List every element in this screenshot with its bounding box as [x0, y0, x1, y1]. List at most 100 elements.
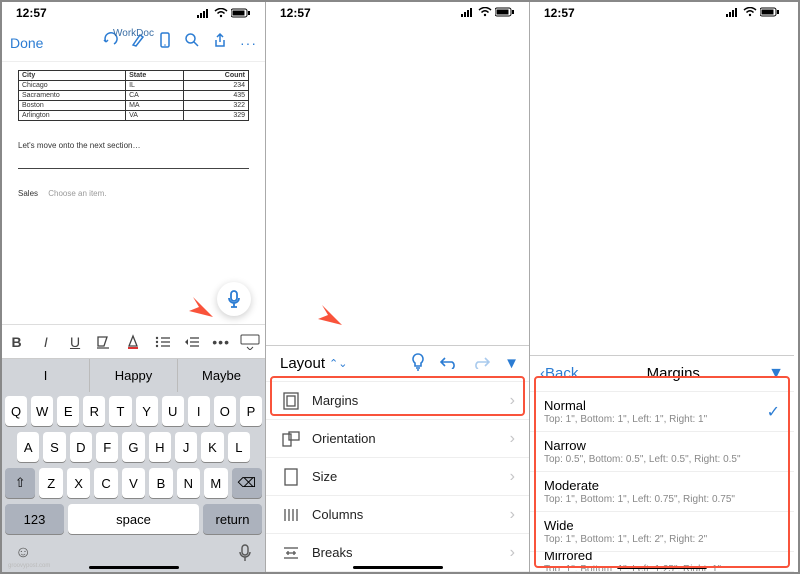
indent-button[interactable] [181, 335, 203, 349]
status-icons [197, 8, 251, 18]
annotation-arrow [286, 285, 344, 334]
onscreen-keyboard: QWERTYUIOP ASDFGHJKL ⇧ ZXCVBNM ⌫ 123 spa… [2, 392, 265, 572]
status-time: 12:57 [280, 6, 311, 20]
key-r[interactable]: R [83, 396, 105, 426]
home-indicator[interactable] [353, 566, 443, 569]
format-toolbar: B I U ••• [2, 324, 265, 358]
key-w[interactable]: W [31, 396, 53, 426]
columns-icon [280, 507, 302, 523]
font-color-button[interactable] [122, 334, 144, 350]
italic-button[interactable]: I [35, 334, 57, 350]
prediction-1[interactable]: I [2, 359, 90, 392]
status-bar: 12:57 [2, 2, 265, 24]
annotation-highlight [270, 376, 525, 416]
key-h[interactable]: H [149, 432, 171, 462]
key-o[interactable]: O [214, 396, 236, 426]
bold-button[interactable]: B [6, 334, 28, 350]
status-icons [726, 6, 780, 20]
lightbulb-icon[interactable] [410, 353, 426, 375]
sales-row: Sales Choose an item. [18, 189, 249, 198]
status-time: 12:57 [16, 6, 47, 20]
key-a[interactable]: A [17, 432, 39, 462]
underline-button[interactable]: U [64, 334, 86, 350]
document-title: WorkDoc [2, 28, 265, 39]
numbers-key[interactable]: 123 [5, 504, 64, 534]
wifi-icon [214, 8, 228, 18]
data-table: CityStateCount ChicagoIL234 SacramentoCA… [18, 70, 249, 121]
backspace-key[interactable]: ⌫ [232, 468, 262, 498]
key-n[interactable]: N [177, 468, 200, 498]
phone-screen-2: 12:57 CityStateCount ChicagoIL234 Sacram… [266, 2, 530, 572]
signal-icon [726, 6, 740, 20]
menu-label: Orientation [312, 431, 376, 446]
key-t[interactable]: T [109, 396, 131, 426]
wifi-icon [478, 6, 492, 20]
phone-screen-3: 12:57 CityStateCount ChicagoIL234 Sacram… [530, 2, 794, 572]
panel-switch-icon[interactable]: ⌃⌄ [329, 357, 347, 370]
phone-screen-1: 12:57 WorkDoc Done ··· CityState [2, 2, 266, 572]
battery-icon [760, 6, 780, 20]
dictation-button[interactable] [217, 282, 251, 316]
size-icon [280, 468, 302, 486]
key-y[interactable]: Y [136, 396, 158, 426]
prediction-2[interactable]: Happy [90, 359, 178, 392]
key-m[interactable]: M [204, 468, 227, 498]
key-v[interactable]: V [122, 468, 145, 498]
menu-label: Columns [312, 507, 363, 522]
document-area[interactable]: CityStateCount ChicagoIL234 SacramentoCA… [530, 24, 794, 44]
menu-item-columns[interactable]: Columns› [266, 496, 529, 534]
dictate-key[interactable] [238, 544, 252, 567]
signal-icon [461, 6, 475, 20]
app-header: WorkDoc Done ··· [2, 24, 265, 62]
panel-title[interactable]: Layout [280, 355, 325, 372]
status-icons [461, 6, 515, 20]
key-p[interactable]: P [240, 396, 262, 426]
prediction-3[interactable]: Maybe [178, 359, 265, 392]
key-k[interactable]: K [201, 432, 223, 462]
key-g[interactable]: G [122, 432, 144, 462]
key-x[interactable]: X [67, 468, 90, 498]
home-indicator[interactable] [89, 566, 179, 569]
credit: groovypost.com [8, 563, 50, 569]
paragraph-text: Let's move onto the next section… [18, 141, 249, 150]
status-bar: 12:57 [530, 2, 794, 24]
key-z[interactable]: Z [39, 468, 62, 498]
menu-item-size[interactable]: Size› [266, 458, 529, 496]
bullets-button[interactable] [152, 335, 174, 349]
key-e[interactable]: E [57, 396, 79, 426]
orientation-icon [280, 431, 302, 447]
sales-label: Sales [18, 189, 38, 198]
redo-icon[interactable] [472, 355, 490, 373]
key-l[interactable]: L [228, 432, 250, 462]
return-key[interactable]: return [203, 504, 262, 534]
key-j[interactable]: J [175, 432, 197, 462]
key-f[interactable]: F [96, 432, 118, 462]
key-u[interactable]: U [162, 396, 184, 426]
collapse-icon[interactable]: ▼ [504, 355, 519, 372]
menu-label: Breaks [312, 545, 352, 560]
document-area[interactable]: CityStateCount ChicagoIL234 SacramentoCA… [266, 24, 529, 44]
undo-icon[interactable] [440, 355, 458, 373]
key-q[interactable]: Q [5, 396, 27, 426]
sales-hint[interactable]: Choose an item. [48, 189, 106, 198]
shift-key[interactable]: ⇧ [5, 468, 35, 498]
battery-icon [495, 6, 515, 20]
keyboard-predictions: I Happy Maybe [2, 358, 265, 392]
menu-item-orientation[interactable]: Orientation› [266, 420, 529, 458]
key-i[interactable]: I [188, 396, 210, 426]
status-bar: 12:57 [266, 2, 529, 24]
highlight-button[interactable] [93, 334, 115, 350]
space-key[interactable]: space [68, 504, 199, 534]
status-time: 12:57 [544, 6, 575, 20]
divider [18, 168, 249, 169]
key-b[interactable]: B [149, 468, 172, 498]
wifi-icon [743, 6, 757, 20]
more-formatting-button[interactable]: ••• [210, 334, 232, 350]
battery-icon [231, 8, 251, 18]
menu-label: Size [312, 469, 337, 484]
key-d[interactable]: D [70, 432, 92, 462]
hide-keyboard-button[interactable] [239, 334, 261, 350]
key-c[interactable]: C [94, 468, 117, 498]
signal-icon [197, 9, 211, 18]
key-s[interactable]: S [43, 432, 65, 462]
